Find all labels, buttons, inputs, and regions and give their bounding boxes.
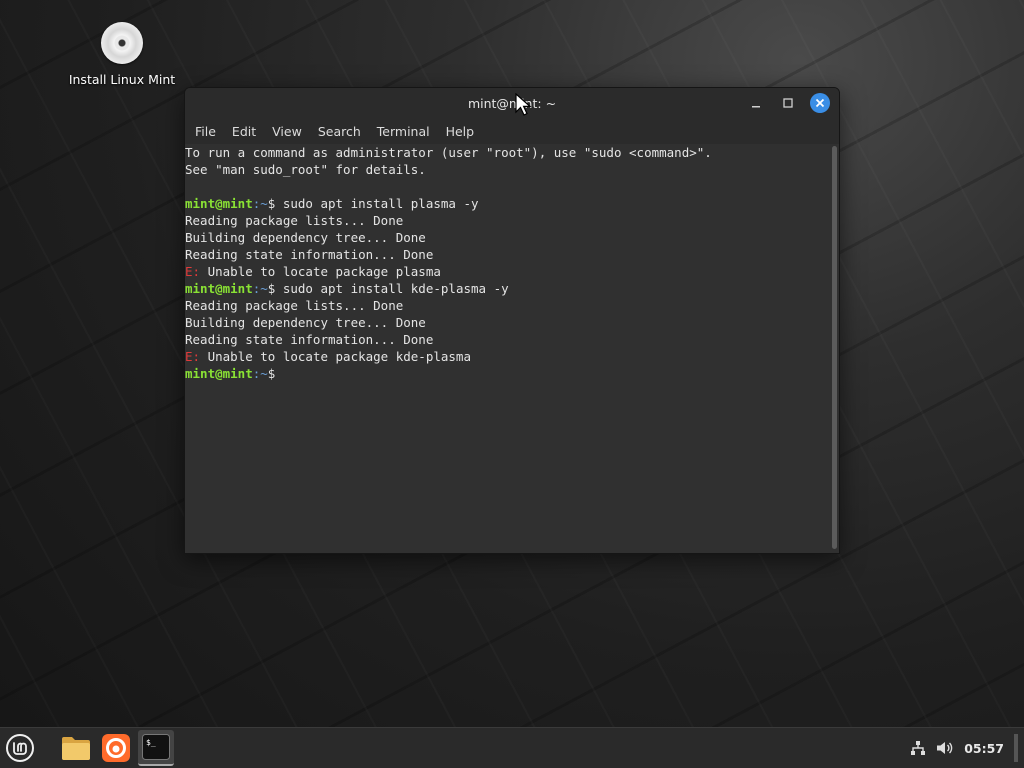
folder-icon [62,737,90,760]
terminal-line: See "man sudo_root" for details. [185,162,426,177]
terminal-line: mint@mint:~$ sudo apt install kde-plasma… [185,280,830,297]
terminal-icon: $_ [142,734,170,760]
error-prefix: E: [185,264,201,279]
prompt-command: $ sudo apt install plasma -y [267,196,479,211]
menu-edit[interactable]: Edit [224,124,264,139]
prompt-path: :~ [252,366,268,381]
menu-help[interactable]: Help [438,124,483,139]
terminal-line: To run a command as administrator (user … [185,145,712,160]
taskbar-files[interactable] [58,730,94,766]
prompt-path: :~ [252,196,268,211]
terminal-line: E: Unable to locate package kde-plasma [185,348,830,365]
terminal-line: mint@mint:~$ [185,365,830,382]
menu-view[interactable]: View [264,124,310,139]
desktop-icon-install-linux-mint[interactable]: Install Linux Mint [62,22,182,87]
minimize-button[interactable] [746,93,766,113]
menu-terminal[interactable]: Terminal [369,124,438,139]
terminal-line: Building dependency tree... Done [185,315,426,330]
clock[interactable]: 05:57 [964,741,1004,756]
prompt-path: :~ [252,281,268,296]
start-menu-button[interactable] [0,728,40,768]
terminal-line: Reading state information... Done [185,332,434,347]
maximize-icon [783,98,793,108]
window-title: mint@mint: ~ [467,95,557,111]
error-prefix: E: [185,349,201,364]
network-icon[interactable] [910,740,926,756]
terminal-line: Reading package lists... Done [185,213,404,228]
prompt-user: mint@mint [185,281,253,296]
desktop-icon-label: Install Linux Mint [68,72,176,87]
terminal-line: Reading state information... Done [185,247,434,262]
taskbar-terminal[interactable]: $_ [138,730,174,766]
terminal-scrollbar[interactable] [832,146,837,549]
terminal-line: E: Unable to locate package plasma [185,263,830,280]
firefox-icon [102,734,130,762]
menu-file[interactable]: File [187,124,224,139]
show-desktop-button[interactable] [1014,734,1018,762]
close-button[interactable] [810,93,830,113]
terminal-line: mint@mint:~$ sudo apt install plasma -y [185,195,830,212]
minimize-icon [752,106,760,108]
menu-bar: File Edit View Search Terminal Help [185,118,839,144]
error-message: Unable to locate package plasma [200,264,441,279]
prompt-user: mint@mint [185,196,253,211]
menu-search[interactable]: Search [310,124,369,139]
prompt-command: $ [267,366,276,381]
system-tray: 05:57 [910,728,1024,768]
svg-text:$_: $_ [146,738,156,747]
prompt-command: $ sudo apt install kde-plasma -y [267,281,509,296]
taskbar: $_ 05:57 [0,727,1024,768]
terminal-line: Reading package lists... Done [185,298,404,313]
close-icon [815,98,825,108]
mouse-cursor-icon [515,93,532,116]
window-titlebar[interactable]: mint@mint: ~ [185,88,839,118]
mint-logo-icon [6,734,34,762]
terminal-line: Building dependency tree... Done [185,230,426,245]
terminal-output[interactable]: To run a command as administrator (user … [185,144,830,553]
maximize-button[interactable] [778,93,798,113]
terminal-window: mint@mint: ~ File Edit View Search Termi… [184,87,840,554]
taskbar-firefox[interactable] [98,730,134,766]
disc-icon [101,22,143,64]
prompt-user: mint@mint [185,366,253,381]
volume-icon[interactable] [936,740,954,756]
error-message: Unable to locate package kde-plasma [200,349,471,364]
